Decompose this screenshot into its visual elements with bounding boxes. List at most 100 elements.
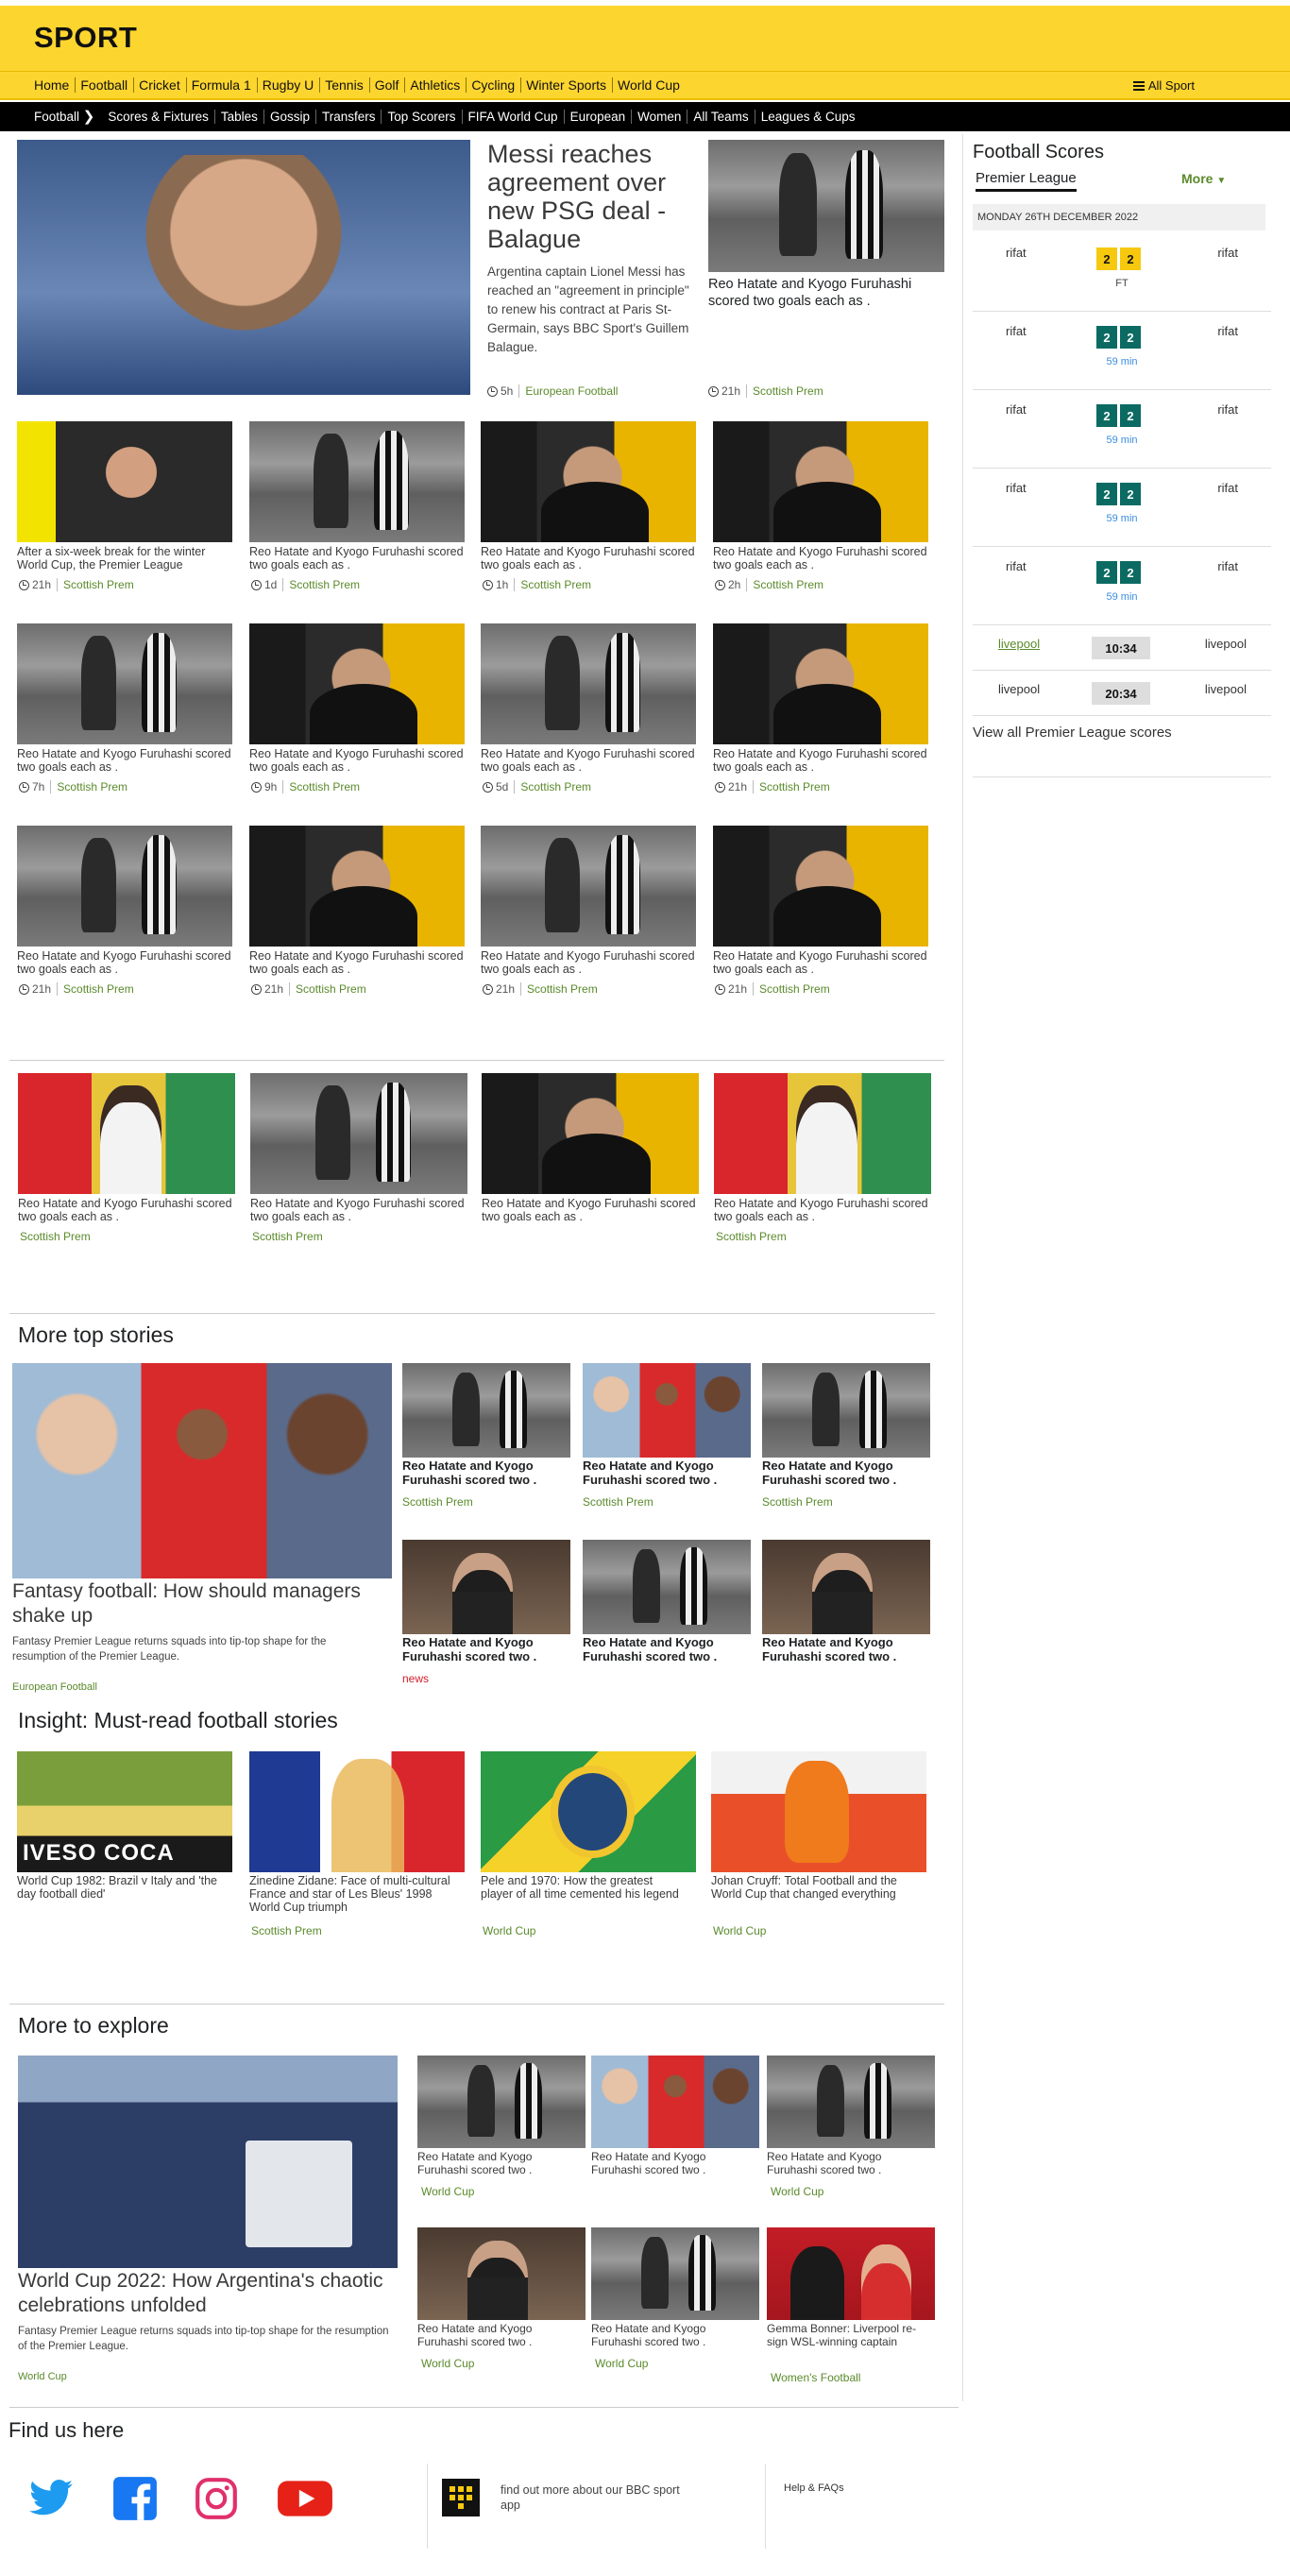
tab-premier-league[interactable]: Premier League	[976, 170, 1077, 192]
story-headline[interactable]: Reo Hatate and Kyogo Furuhashi scored tw…	[713, 949, 928, 976]
nav-cycling[interactable]: Cycling	[467, 77, 522, 93]
nav-football[interactable]: Football	[76, 77, 135, 93]
view-all-scores-link[interactable]: View all Premier League scores	[973, 725, 1172, 741]
story-headline[interactable]: After a six-week break for the winter Wo…	[17, 545, 232, 571]
youtube-icon[interactable]	[276, 2475, 334, 2522]
story-headline[interactable]: Reo Hatate and Kyogo Furuhashi scored tw…	[417, 2322, 583, 2348]
story-image[interactable]	[417, 2227, 586, 2320]
story-image[interactable]	[249, 421, 465, 542]
story-image[interactable]	[17, 826, 232, 947]
match-row[interactable]: rifat 2 2 rifat 59 min	[973, 548, 1271, 625]
story-headline[interactable]: Reo Hatate and Kyogo Furuhashi scored tw…	[762, 1635, 934, 1663]
nav-world-cup[interactable]: World Cup	[613, 77, 686, 93]
story-headline[interactable]: Reo Hatate and Kyogo Furuhashi scored tw…	[583, 1635, 755, 1663]
feature-image[interactable]	[12, 1363, 392, 1578]
story-tag[interactable]: World Cup	[483, 1924, 535, 1937]
story-headline[interactable]: Reo Hatate and Kyogo Furuhashi scored tw…	[767, 2150, 932, 2176]
insight-image[interactable]	[249, 1751, 465, 1872]
story-headline[interactable]: Reo Hatate and Kyogo Furuhashi scored tw…	[714, 1197, 931, 1223]
insight-headline[interactable]: World Cup 1982: Brazil v Italy and 'the …	[17, 1874, 220, 1901]
story-headline[interactable]: Reo Hatate and Kyogo Furuhashi scored tw…	[713, 545, 928, 571]
subnav-tables[interactable]: Tables	[215, 110, 264, 124]
story-image[interactable]	[481, 826, 696, 947]
story-image[interactable]	[481, 421, 696, 542]
story-tag[interactable]: news	[402, 1672, 429, 1685]
insight-image[interactable]	[481, 1751, 696, 1872]
story-tag[interactable]: Scottish Prem	[520, 780, 591, 793]
story-tag[interactable]: Scottish Prem	[759, 982, 830, 996]
subnav-fifa-world-cup[interactable]: FIFA World Cup	[463, 110, 565, 124]
story-headline[interactable]: Reo Hatate and Kyogo Furuhashi scored tw…	[402, 1459, 574, 1487]
story-headline[interactable]: Reo Hatate and Kyogo Furuhashi scored tw…	[249, 747, 465, 774]
story-image[interactable]	[583, 1540, 751, 1634]
nav-home[interactable]: Home	[32, 77, 76, 93]
all-sport-button[interactable]: All Sport	[1132, 78, 1195, 93]
insight-image[interactable]	[711, 1751, 926, 1872]
home-team[interactable]: livepool	[998, 637, 1040, 651]
story-headline[interactable]: Reo Hatate and Kyogo Furuhashi scored tw…	[402, 1635, 574, 1663]
story-tag[interactable]: Scottish Prem	[753, 578, 823, 591]
story-tag[interactable]: World Cup	[421, 2357, 474, 2370]
story-tag[interactable]: Scottish Prem	[252, 1230, 323, 1243]
story-tag[interactable]: Scottish Prem	[57, 780, 127, 793]
subnav-football[interactable]: Football ❯	[34, 110, 102, 124]
story-tag[interactable]: Scottish Prem	[583, 1495, 653, 1509]
nav-formula-1[interactable]: Formula 1	[187, 77, 258, 93]
match-row[interactable]: rifat 2 2 rifat FT	[973, 234, 1271, 312]
match-row[interactable]: rifat 2 2 rifat 59 min	[973, 469, 1271, 547]
story-tag[interactable]: Scottish Prem	[20, 1230, 91, 1243]
bbc-sport-app-icon[interactable]	[442, 2479, 480, 2516]
story-headline[interactable]: Reo Hatate and Kyogo Furuhashi scored tw…	[417, 2150, 583, 2176]
story-headline[interactable]: Reo Hatate and Kyogo Furuhashi scored tw…	[481, 747, 696, 774]
story-headline[interactable]: Reo Hatate and Kyogo Furuhashi scored tw…	[18, 1197, 235, 1223]
scores-more-button[interactable]: More ▼	[1181, 171, 1226, 186]
story-tag[interactable]: Scottish Prem	[520, 578, 591, 591]
hero-side-caption[interactable]: Reo Hatate and Kyogo Furuhashi scored tw…	[708, 276, 944, 310]
story-image[interactable]	[249, 826, 465, 947]
story-tag[interactable]: World Cup	[595, 2357, 648, 2370]
story-image[interactable]	[17, 623, 232, 744]
help-faqs-link[interactable]: Help & FAQs	[784, 2482, 844, 2494]
nav-rugby-union[interactable]: Rugby U	[258, 77, 321, 93]
hero-tag[interactable]: European Football	[525, 384, 618, 398]
story-tag[interactable]: Scottish Prem	[289, 780, 360, 793]
subnav-gossip[interactable]: Gossip	[264, 110, 316, 124]
story-tag[interactable]: World Cup	[771, 2185, 823, 2198]
story-image[interactable]	[402, 1363, 570, 1458]
subnav-top-scorers[interactable]: Top Scorers	[382, 110, 463, 124]
match-row[interactable]: rifat 2 2 rifat 59 min	[973, 391, 1271, 469]
story-headline[interactable]: Reo Hatate and Kyogo Furuhashi scored tw…	[482, 1197, 699, 1223]
story-image[interactable]	[250, 1073, 467, 1194]
story-image[interactable]	[713, 623, 928, 744]
hero-side-image[interactable]	[708, 140, 944, 272]
story-image[interactable]	[18, 1073, 235, 1194]
nav-cricket[interactable]: Cricket	[134, 77, 187, 93]
story-headline[interactable]: Reo Hatate and Kyogo Furuhashi scored tw…	[249, 949, 465, 976]
subnav-all-teams[interactable]: All Teams	[687, 110, 755, 124]
nav-golf[interactable]: Golf	[370, 77, 406, 93]
story-image[interactable]	[767, 2227, 935, 2320]
story-image[interactable]	[762, 1363, 930, 1458]
instagram-icon[interactable]	[193, 2475, 240, 2522]
story-tag[interactable]: Scottish Prem	[289, 578, 360, 591]
insight-headline[interactable]: Pele and 1970: How the greatest player o…	[481, 1874, 684, 1901]
story-tag[interactable]: World Cup	[421, 2185, 474, 2198]
story-image[interactable]	[762, 1540, 930, 1634]
explore-feature-image[interactable]	[18, 2056, 398, 2268]
twitter-icon[interactable]	[25, 2475, 77, 2522]
hero-side-tag[interactable]: Scottish Prem	[753, 384, 823, 398]
nav-tennis[interactable]: Tennis	[320, 77, 370, 93]
subnav-scores-fixtures[interactable]: Scores & Fixtures	[102, 110, 215, 124]
story-image[interactable]	[713, 421, 928, 542]
feature-tag[interactable]: European Football	[12, 1681, 97, 1693]
insight-headline[interactable]: Zinedine Zidane: Face of multi-cultural …	[249, 1874, 452, 1914]
story-image[interactable]	[767, 2056, 935, 2148]
story-tag[interactable]: World Cup	[713, 1924, 766, 1937]
story-tag[interactable]: Scottish Prem	[402, 1495, 473, 1509]
story-headline[interactable]: Reo Hatate and Kyogo Furuhashi scored tw…	[17, 949, 232, 976]
story-headline[interactable]: Reo Hatate and Kyogo Furuhashi scored tw…	[481, 949, 696, 976]
subnav-leagues-cups[interactable]: Leagues & Cups	[755, 110, 861, 124]
subnav-women[interactable]: Women	[632, 110, 688, 124]
story-tag[interactable]: Scottish Prem	[296, 982, 366, 996]
sport-logo[interactable]: SPORT	[34, 21, 137, 55]
